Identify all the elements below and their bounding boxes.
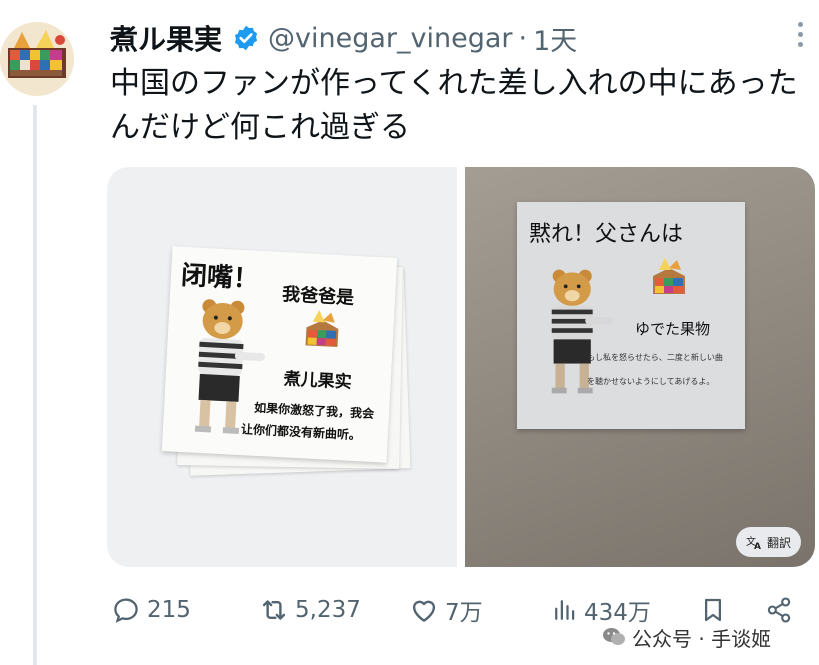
left-sticker: 闭嘴！ 我爸爸是 煮儿果实 如果你激怒了我，我会 让你们都没有新曲听。 <box>161 246 398 463</box>
bear-figure <box>551 269 614 394</box>
translate-label: 翻訳 <box>766 535 791 550</box>
media-grid: 闭嘴！ 我爸爸是 煮儿果实 如果你激怒了我，我会 让你们都没有新曲听。 黙れ！父… <box>107 167 815 567</box>
fruit-box-image <box>305 310 339 348</box>
repost-count: 5,237 <box>295 597 361 623</box>
translated-sticker: 黙れ！父さんは ゆでた果物 もし私を怒らせたら、二度と新しい曲 を聴かせないよう… <box>517 202 745 429</box>
tweet-text: 中国のファンが作ってくれた差し入れの中にあったんだけど何これ過ぎる <box>110 66 798 145</box>
photo-right[interactable]: 黙れ！父さんは ゆでた果物 もし私を怒らせたら、二度と新しい曲 を聴かせないよう… <box>465 167 815 567</box>
wechat-icon <box>603 628 625 645</box>
translate-icon: 文 A <box>746 535 761 550</box>
translated-sticker-title: 黙れ！父さんは <box>529 222 684 247</box>
user-handle[interactable]: @vinegar_vinegar <box>268 23 512 54</box>
repost-icon <box>262 600 286 620</box>
reply-icon <box>114 598 138 623</box>
thread-line <box>33 105 37 665</box>
like-count: 7万 <box>445 600 483 626</box>
timestamp[interactable]: 1天 <box>533 19 577 58</box>
photo-left[interactable]: 闭嘴！ 我爸爸是 煮儿果实 如果你激怒了我，我会 让你们都没有新曲听。 <box>107 167 457 567</box>
watermark-text: 公众号 · 手谈姬 <box>632 626 772 651</box>
tweet-header: 煮ル果実 @vinegar_vinegar · 1天 <box>110 16 577 60</box>
more-options-icon[interactable] <box>795 22 805 52</box>
fruit-box-image <box>653 258 685 294</box>
wechat-watermark: 公众号 · 手谈姬 <box>602 622 771 652</box>
separator-dot: · <box>518 22 528 54</box>
reply-button[interactable]: 215 <box>109 588 191 632</box>
avatar-column <box>0 0 80 665</box>
sticker-name: 煮儿果实 <box>283 369 353 393</box>
translated-sticker-name: ゆでた果物 <box>635 320 711 338</box>
avatar[interactable] <box>0 22 74 96</box>
svg-text:A: A <box>754 542 761 550</box>
translated-sticker-line-1: もし私を怒らせたら、二度と新しい曲 <box>587 353 723 362</box>
sticker-line-1: 如果你激怒了我，我会 <box>253 400 375 422</box>
views-chart-icon <box>555 600 575 620</box>
heart-icon <box>412 600 436 622</box>
translate-button[interactable]: 文 A 翻訳 <box>735 527 801 557</box>
repost-button[interactable]: 5,237 <box>257 588 361 632</box>
translated-sticker-line-2: を聴かせないようにしてあげるよ。 <box>587 377 715 386</box>
display-name[interactable]: 煮ル果実 <box>110 18 222 58</box>
verified-badge-icon <box>232 24 260 52</box>
like-button[interactable]: 7万 <box>407 588 483 632</box>
reply-count: 215 <box>147 597 191 623</box>
